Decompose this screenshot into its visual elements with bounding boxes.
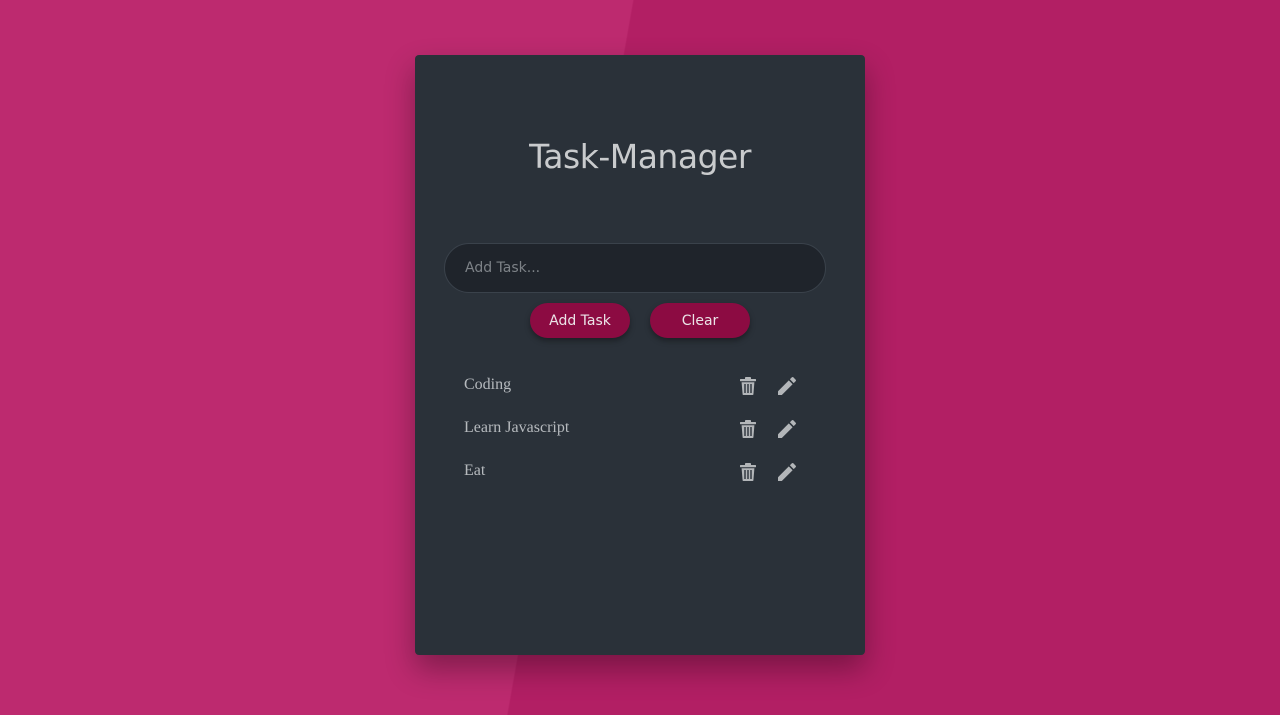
task-label: Learn Javascript — [464, 419, 570, 436]
trash-icon[interactable] — [738, 462, 758, 482]
pencil-icon[interactable] — [777, 376, 797, 396]
task-label: Eat — [464, 462, 486, 479]
add-task-input[interactable] — [444, 243, 826, 293]
task-list: Coding Learn Javascript Eat — [464, 365, 809, 494]
app-title: Task-Manager — [529, 137, 751, 176]
add-task-button[interactable]: Add Task — [530, 303, 630, 338]
task-item: Learn Javascript — [464, 408, 809, 451]
trash-icon[interactable] — [738, 419, 758, 439]
task-label: Coding — [464, 376, 512, 393]
task-item: Eat — [464, 451, 809, 494]
task-manager-card: Task-Manager Add Task Clear Coding — [415, 55, 865, 655]
task-item: Coding — [464, 365, 809, 408]
pencil-icon[interactable] — [777, 462, 797, 482]
clear-button[interactable]: Clear — [650, 303, 750, 338]
pencil-icon[interactable] — [777, 419, 797, 439]
trash-icon[interactable] — [738, 376, 758, 396]
